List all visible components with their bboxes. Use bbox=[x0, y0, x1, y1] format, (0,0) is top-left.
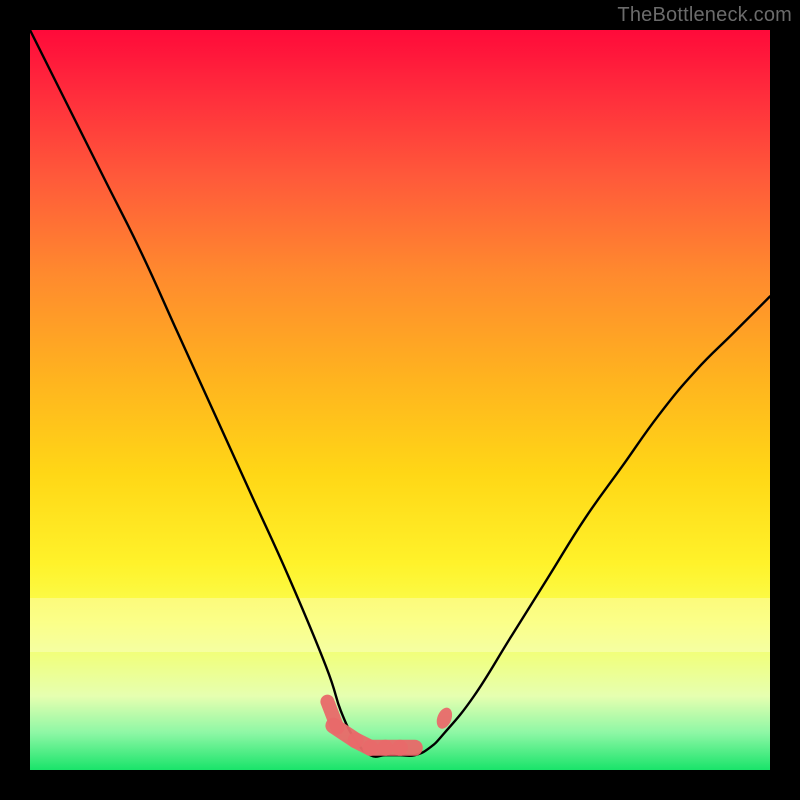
gradient-background bbox=[30, 30, 770, 770]
plot-area bbox=[30, 30, 770, 770]
watermark-text: TheBottleneck.com bbox=[617, 4, 792, 27]
chart-frame: TheBottleneck.com bbox=[0, 0, 800, 800]
